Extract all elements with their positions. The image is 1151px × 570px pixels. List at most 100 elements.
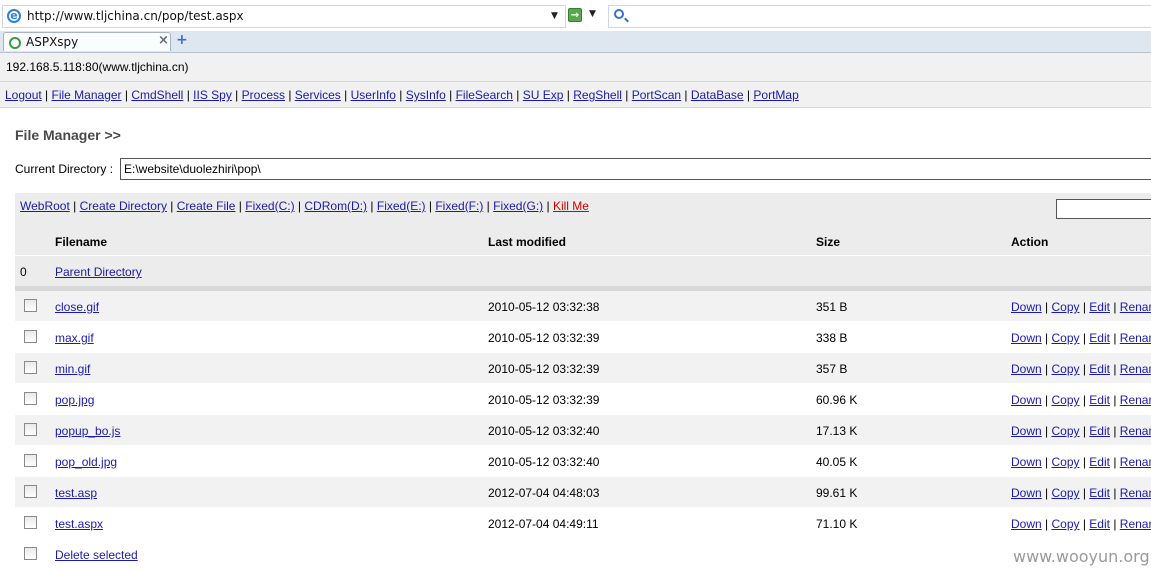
action-copy-link[interactable]: Copy xyxy=(1051,424,1079,438)
action-down-link[interactable]: Down xyxy=(1011,455,1042,469)
current-directory-input[interactable] xyxy=(120,158,1151,180)
separator: | xyxy=(231,88,242,102)
nav-bar: Logout | File Manager | CmdShell | IIS S… xyxy=(0,82,1151,108)
action-down-link[interactable]: Down xyxy=(1011,424,1042,438)
action-edit-link[interactable]: Edit xyxy=(1089,300,1110,314)
go-button[interactable]: → xyxy=(568,8,582,22)
go-dropdown-icon[interactable]: ▼ xyxy=(589,9,596,19)
new-tab-icon[interactable]: + xyxy=(176,32,188,48)
action-down-link[interactable]: Down xyxy=(1011,300,1042,314)
drive-create-directory-link[interactable]: Create Directory xyxy=(80,199,167,213)
action-edit-link[interactable]: Edit xyxy=(1089,393,1110,407)
nav-regshell-link[interactable]: RegShell xyxy=(573,88,622,102)
file-checkbox[interactable] xyxy=(24,361,37,374)
drive-cdrom-d-link[interactable]: CDRom(D:) xyxy=(304,199,367,213)
parent-index: 0 xyxy=(20,265,27,279)
file-checkbox[interactable] xyxy=(24,485,37,498)
action-copy-link[interactable]: Copy xyxy=(1051,393,1079,407)
search-input[interactable] xyxy=(608,5,1151,28)
file-name-link[interactable]: popup_bo.js xyxy=(55,424,120,438)
action-edit-link[interactable]: Edit xyxy=(1089,424,1110,438)
action-copy-link[interactable]: Copy xyxy=(1051,455,1079,469)
search-icon[interactable] xyxy=(614,9,624,19)
nav-portmap-link[interactable]: PortMap xyxy=(753,88,798,102)
action-renam-link[interactable]: Renam xyxy=(1120,424,1151,438)
nav-process-link[interactable]: Process xyxy=(242,88,285,102)
url-text[interactable]: http://www.tljchina.cn/pop/test.aspx xyxy=(27,9,244,23)
url-dropdown-icon[interactable]: ▼ xyxy=(551,11,558,21)
drive-links: WebRoot | Create Directory | Create File… xyxy=(20,199,589,213)
select-all-checkbox[interactable] xyxy=(24,547,37,560)
file-name-link[interactable]: test.aspx xyxy=(55,517,103,531)
nav-userinfo-link[interactable]: UserInfo xyxy=(351,88,396,102)
tab-aspxspy[interactable]: ASPXspy × xyxy=(3,32,171,51)
action-renam-link[interactable]: Renam xyxy=(1120,517,1151,531)
action-copy-link[interactable]: Copy xyxy=(1051,331,1079,345)
file-checkbox[interactable] xyxy=(24,423,37,436)
delete-selected-link[interactable]: Delete selected xyxy=(55,548,138,562)
separator: | xyxy=(512,88,523,102)
action-edit-link[interactable]: Edit xyxy=(1089,455,1110,469)
nav-iis-spy-link[interactable]: IIS Spy xyxy=(193,88,232,102)
separator: | xyxy=(1109,393,1120,407)
goto-input[interactable] xyxy=(1056,199,1151,219)
file-name-link[interactable]: close.gif xyxy=(55,300,99,314)
action-copy-link[interactable]: Copy xyxy=(1051,486,1079,500)
action-edit-link[interactable]: Edit xyxy=(1089,486,1110,500)
nav-file-manager-link[interactable]: File Manager xyxy=(52,88,122,102)
action-down-link[interactable]: Down xyxy=(1011,517,1042,531)
nav-logout-link[interactable]: Logout xyxy=(5,88,42,102)
file-name-link[interactable]: pop_old.jpg xyxy=(55,455,117,469)
file-name-link[interactable]: max.gif xyxy=(55,331,94,345)
file-name-link[interactable]: min.gif xyxy=(55,362,90,376)
separator: | xyxy=(563,88,574,102)
action-edit-link[interactable]: Edit xyxy=(1089,517,1110,531)
action-edit-link[interactable]: Edit xyxy=(1089,331,1110,345)
drive-fixed-c-link[interactable]: Fixed(C:) xyxy=(245,199,294,213)
action-copy-link[interactable]: Copy xyxy=(1051,362,1079,376)
action-renam-link[interactable]: Renam xyxy=(1120,362,1151,376)
file-checkbox[interactable] xyxy=(24,516,37,529)
nav-portscan-link[interactable]: PortScan xyxy=(632,88,681,102)
drive-fixed-e-link[interactable]: Fixed(E:) xyxy=(377,199,426,213)
nav-services-link[interactable]: Services xyxy=(295,88,341,102)
file-name-link[interactable]: test.asp xyxy=(55,486,97,500)
file-size: 351 B xyxy=(816,300,848,314)
file-checkbox[interactable] xyxy=(24,330,37,343)
file-checkbox[interactable] xyxy=(24,299,37,312)
action-down-link[interactable]: Down xyxy=(1011,331,1042,345)
action-renam-link[interactable]: Renam xyxy=(1120,393,1151,407)
action-renam-link[interactable]: Renam xyxy=(1120,331,1151,345)
kill-me-link[interactable]: Kill Me xyxy=(553,199,589,213)
action-down-link[interactable]: Down xyxy=(1011,486,1042,500)
nav-cmdshell-link[interactable]: CmdShell xyxy=(131,88,183,102)
parent-directory-link[interactable]: Parent Directory xyxy=(55,265,142,279)
nav-filesearch-link[interactable]: FileSearch xyxy=(456,88,513,102)
action-renam-link[interactable]: Renam xyxy=(1120,486,1151,500)
drive-webroot-link[interactable]: WebRoot xyxy=(20,199,70,213)
separator: | xyxy=(425,199,436,213)
file-checkbox[interactable] xyxy=(24,454,37,467)
action-renam-link[interactable]: Renam xyxy=(1120,300,1151,314)
action-renam-link[interactable]: Renam xyxy=(1120,455,1151,469)
nav-su-exp-link[interactable]: SU Exp xyxy=(523,88,564,102)
file-size: 99.61 K xyxy=(816,486,858,500)
header-action: Action xyxy=(1011,235,1049,249)
separator: | xyxy=(1041,455,1052,469)
drive-fixed-f-link[interactable]: Fixed(F:) xyxy=(435,199,483,213)
nav-sysinfo-link[interactable]: SysInfo xyxy=(406,88,446,102)
action-copy-link[interactable]: Copy xyxy=(1051,300,1079,314)
url-field[interactable]: e http://www.tljchina.cn/pop/test.aspx ▼ xyxy=(2,5,566,28)
action-down-link[interactable]: Down xyxy=(1011,362,1042,376)
action-copy-link[interactable]: Copy xyxy=(1051,517,1079,531)
file-checkbox[interactable] xyxy=(24,392,37,405)
file-name-link[interactable]: pop.jpg xyxy=(55,393,94,407)
table-header: Filename Last modified Size Action xyxy=(15,227,1151,256)
close-icon[interactable]: × xyxy=(158,33,169,48)
drive-create-file-link[interactable]: Create File xyxy=(177,199,236,213)
nav-database-link[interactable]: DataBase xyxy=(691,88,744,102)
separator: | xyxy=(1079,331,1090,345)
action-down-link[interactable]: Down xyxy=(1011,393,1042,407)
drive-fixed-g-link[interactable]: Fixed(G:) xyxy=(493,199,543,213)
action-edit-link[interactable]: Edit xyxy=(1089,362,1110,376)
